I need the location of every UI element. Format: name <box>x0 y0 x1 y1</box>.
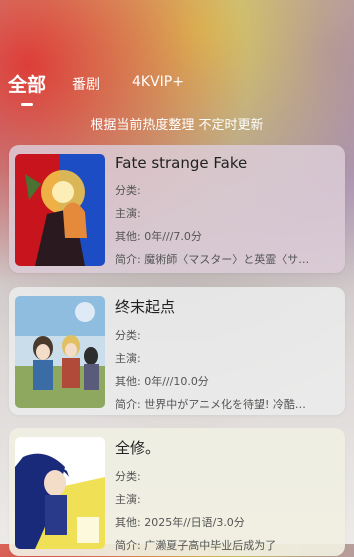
status-bar <box>0 0 354 6</box>
item-other: 其他: 2025年//日语/3.0分 <box>115 516 245 529</box>
item-info: 终末起点 分类: 主演: 其他: 0年///10.0分 简介: 世界中がアニメ化… <box>115 296 337 416</box>
item-other: 其他: 0年///10.0分 <box>115 375 209 388</box>
list-item[interactable]: Fate strange Fake 分类: 主演: 其他: 0年///7.0分 … <box>9 145 345 273</box>
tab-anime-label: 番剧 <box>72 77 100 93</box>
poster-image <box>15 296 105 408</box>
item-category: 分类: <box>115 184 141 197</box>
item-intro: 简介: 世界中がアニメ化を待望! 冷酷… <box>115 398 306 411</box>
poster-image <box>15 154 105 266</box>
item-title: 全修。 <box>115 439 161 457</box>
item-other: 其他: 0年///7.0分 <box>115 230 202 243</box>
item-category: 分类: <box>115 470 141 483</box>
item-info: Fate strange Fake 分类: 主演: 其他: 0年///7.0分 … <box>115 154 337 271</box>
item-intro: 简介: 广濑夏子高中毕业后成为了 <box>115 539 277 552</box>
tab-4kvip[interactable]: 4KVIP+ <box>132 74 184 90</box>
category-tabs: 全部 番剧 4KVIP+ <box>8 70 346 106</box>
item-title: 终末起点 <box>115 298 176 316</box>
item-info: 全修。 分类: 主演: 其他: 2025年//日语/3.0分 简介: 广濑夏子高… <box>115 437 337 557</box>
list-item[interactable]: 全修。 分类: 主演: 其他: 2025年//日语/3.0分 简介: 广濑夏子高… <box>9 428 345 556</box>
active-tab-indicator <box>21 103 33 106</box>
tab-all-label: 全部 <box>8 74 47 96</box>
item-cast: 主演: <box>115 207 141 220</box>
tab-4kvip-label: 4KVIP+ <box>132 74 184 90</box>
item-cast: 主演: <box>115 352 141 365</box>
item-category: 分类: <box>115 329 141 342</box>
list-item[interactable]: 终末起点 分类: 主演: 其他: 0年///10.0分 简介: 世界中がアニメ化… <box>9 287 345 415</box>
list-subtitle: 根据当前热度整理 不定时更新 <box>90 118 264 133</box>
poster-image <box>15 437 105 549</box>
tab-all[interactable]: 全部 <box>8 70 46 106</box>
tab-anime[interactable]: 番剧 <box>72 74 100 94</box>
item-title: Fate strange Fake <box>115 154 248 172</box>
item-intro: 简介: 魔術師〈マスター〉と英霊〈サ… <box>115 253 310 266</box>
item-cast: 主演: <box>115 493 141 506</box>
